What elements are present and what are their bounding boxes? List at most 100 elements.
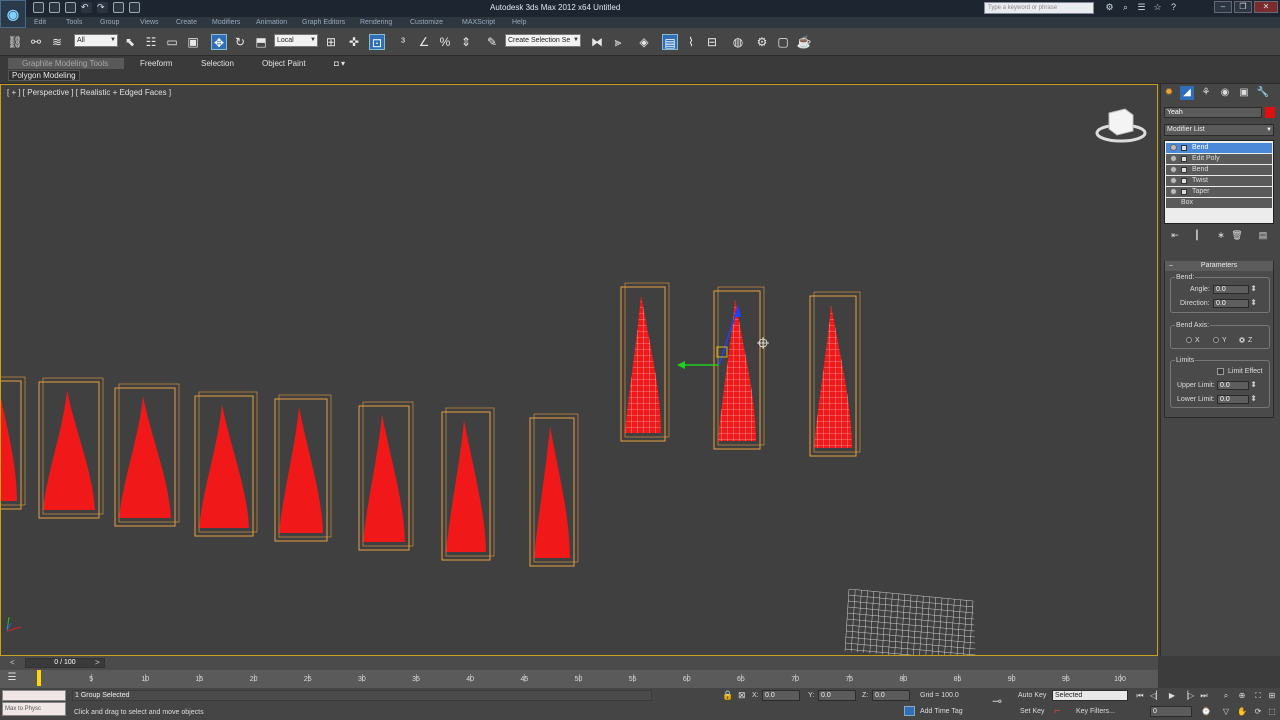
zoom-extents-all-icon[interactable]: ⊞ xyxy=(1266,690,1278,701)
menu-customize[interactable]: Customize xyxy=(410,17,443,28)
tab-object-paint[interactable]: Object Paint xyxy=(262,58,306,69)
bent-box-object[interactable] xyxy=(274,394,332,542)
select-by-name-icon[interactable]: ☷ xyxy=(143,34,159,50)
expand-box-icon[interactable] xyxy=(1181,156,1187,162)
infocenter-icon[interactable]: ⚙ xyxy=(1104,2,1115,13)
direction-spinner[interactable]: 0.0 xyxy=(1213,299,1257,308)
selection-filter-dropdown[interactable]: All xyxy=(74,34,118,47)
object-name-field[interactable]: Yeah xyxy=(1164,107,1262,118)
render-production-icon[interactable]: ☕ xyxy=(796,34,812,50)
go-to-start-icon[interactable]: ⏮ xyxy=(1134,690,1146,701)
pivot-center-icon[interactable]: ⊞ xyxy=(323,34,339,50)
go-to-end-icon[interactable]: ⏭ xyxy=(1198,690,1210,701)
layer-manager-icon[interactable]: ◈ xyxy=(636,34,652,50)
expand-box-icon[interactable] xyxy=(1181,189,1187,195)
key-filter-selection-dropdown[interactable]: Selected xyxy=(1052,690,1128,701)
help-icon[interactable]: ? xyxy=(1168,2,1179,13)
named-selection-sets-dropdown[interactable]: Create Selection Se xyxy=(505,34,581,47)
stack-item-bend[interactable]: Bend xyxy=(1166,143,1272,153)
menu-animation[interactable]: Animation xyxy=(256,17,287,28)
polygon-modeling-panel[interactable]: Polygon Modeling xyxy=(8,70,80,81)
select-object-icon[interactable]: ⬉ xyxy=(122,34,138,50)
expand-box-icon[interactable] xyxy=(1181,167,1187,173)
create-tab-icon[interactable]: ✹ xyxy=(1162,86,1176,100)
current-frame-field[interactable]: 0 xyxy=(1150,706,1192,717)
axis-z-radio[interactable] xyxy=(1239,337,1245,343)
zoom-extents-icon[interactable]: ⛶ xyxy=(1252,690,1264,701)
previous-key-icon[interactable]: ◁▏ xyxy=(1150,690,1162,701)
undo-icon[interactable]: ↶ xyxy=(81,2,92,13)
schematic-view-icon[interactable]: ⊟ xyxy=(704,34,720,50)
application-button[interactable]: ◉ xyxy=(0,0,26,28)
hold-icon[interactable] xyxy=(113,2,124,13)
reference-coordinate-dropdown[interactable]: Local xyxy=(274,34,318,47)
key-filters-button[interactable]: Key Filters... xyxy=(1076,706,1115,717)
y-coordinate-field[interactable]: 0.0 xyxy=(818,690,856,701)
render-setup-icon[interactable]: ⚙ xyxy=(754,34,770,50)
lightbulb-icon[interactable] xyxy=(1170,166,1177,173)
hierarchy-tab-icon[interactable]: ⚘ xyxy=(1199,86,1213,100)
bent-box-object[interactable] xyxy=(194,391,258,537)
angle-snap-icon[interactable]: ∠ xyxy=(416,34,432,50)
menu-tools[interactable]: Tools xyxy=(66,17,82,28)
axis-x-radio[interactable] xyxy=(1186,337,1192,343)
next-frame-icon[interactable]: > xyxy=(95,658,100,667)
maximize-viewport-icon[interactable]: ⬚ xyxy=(1266,706,1278,717)
tab-graphite-modeling-tools[interactable]: Graphite Modeling Tools xyxy=(8,58,124,69)
orbit-icon[interactable]: ⟳ xyxy=(1252,706,1264,717)
lock-selection-icon[interactable]: 🔒 xyxy=(722,690,733,701)
expand-box-icon[interactable] xyxy=(1181,178,1187,184)
favorites-star-icon[interactable]: ☆ xyxy=(1152,2,1163,13)
lightbulb-icon[interactable] xyxy=(1170,144,1177,151)
auto-key-button[interactable]: Auto Key xyxy=(1018,690,1046,701)
grid-object[interactable] xyxy=(844,588,976,656)
motion-tab-icon[interactable]: ◉ xyxy=(1218,86,1232,100)
stack-item-bend-2[interactable]: Bend xyxy=(1166,165,1272,175)
time-configuration-icon[interactable]: ⌚ xyxy=(1200,706,1212,717)
menu-graph-editors[interactable]: Graph Editors xyxy=(302,17,345,28)
make-unique-icon[interactable]: ∗ xyxy=(1214,229,1228,241)
unlink-selection-icon[interactable]: ⚯ xyxy=(28,34,44,50)
bent-box-object[interactable] xyxy=(809,291,861,457)
bent-box-object[interactable] xyxy=(620,282,670,442)
lightbulb-icon[interactable] xyxy=(1170,188,1177,195)
parameters-rollout-header[interactable]: – Parameters xyxy=(1165,261,1273,271)
time-slider[interactable]: 0 / 100 xyxy=(25,658,105,668)
edit-named-selections-icon[interactable]: ✎ xyxy=(484,34,500,50)
tab-freeform[interactable]: Freeform xyxy=(140,58,172,69)
percent-snap-icon[interactable]: % xyxy=(437,34,453,50)
tab-selection[interactable]: Selection xyxy=(201,58,234,69)
absolute-mode-icon[interactable]: ⊠ xyxy=(738,690,746,701)
bent-box-object[interactable] xyxy=(1,376,26,510)
snaps-toggle-icon[interactable]: ³ xyxy=(395,34,411,50)
align-icon[interactable]: ⫸ xyxy=(610,34,626,50)
open-file-icon[interactable] xyxy=(49,2,60,13)
menu-create[interactable]: Create xyxy=(176,17,197,28)
select-and-move-icon[interactable]: ✥ xyxy=(211,34,227,50)
viewcube[interactable] xyxy=(1095,108,1147,143)
menu-group[interactable]: Group xyxy=(100,17,119,28)
z-coordinate-field[interactable]: 0.0 xyxy=(872,690,910,701)
search-input[interactable]: Type a keyword or phrase xyxy=(984,2,1094,14)
save-file-icon[interactable] xyxy=(65,2,76,13)
subscription-icon[interactable]: ☰ xyxy=(1136,2,1147,13)
bent-box-object[interactable] xyxy=(358,401,414,551)
maximize-button[interactable]: ❐ xyxy=(1234,1,1252,13)
menu-modifiers[interactable]: Modifiers xyxy=(212,17,240,28)
bent-box-object[interactable] xyxy=(114,383,180,527)
bent-box-object[interactable] xyxy=(441,407,495,561)
minimize-button[interactable]: – xyxy=(1214,1,1232,13)
lower-limit-spinner[interactable]: 0.0 xyxy=(1217,395,1257,404)
stack-item-box[interactable]: Box xyxy=(1166,198,1272,208)
close-button[interactable]: ✕ xyxy=(1254,1,1278,13)
graphite-toggle-icon[interactable]: ▤ xyxy=(662,34,678,50)
rectangular-selection-icon[interactable]: ▭ xyxy=(164,34,180,50)
zoom-icon[interactable]: ⌕ xyxy=(1220,690,1232,701)
expand-box-icon[interactable] xyxy=(1181,145,1187,151)
display-tab-icon[interactable]: ▣ xyxy=(1237,86,1251,100)
zoom-all-icon[interactable]: ⊕ xyxy=(1236,690,1248,701)
add-time-tag[interactable]: Add Time Tag xyxy=(920,706,963,717)
keyboard-shortcut-override-icon[interactable]: ⊡ xyxy=(369,34,385,50)
limit-effect-checkbox[interactable] xyxy=(1217,368,1224,375)
menu-help[interactable]: Help xyxy=(512,17,526,28)
